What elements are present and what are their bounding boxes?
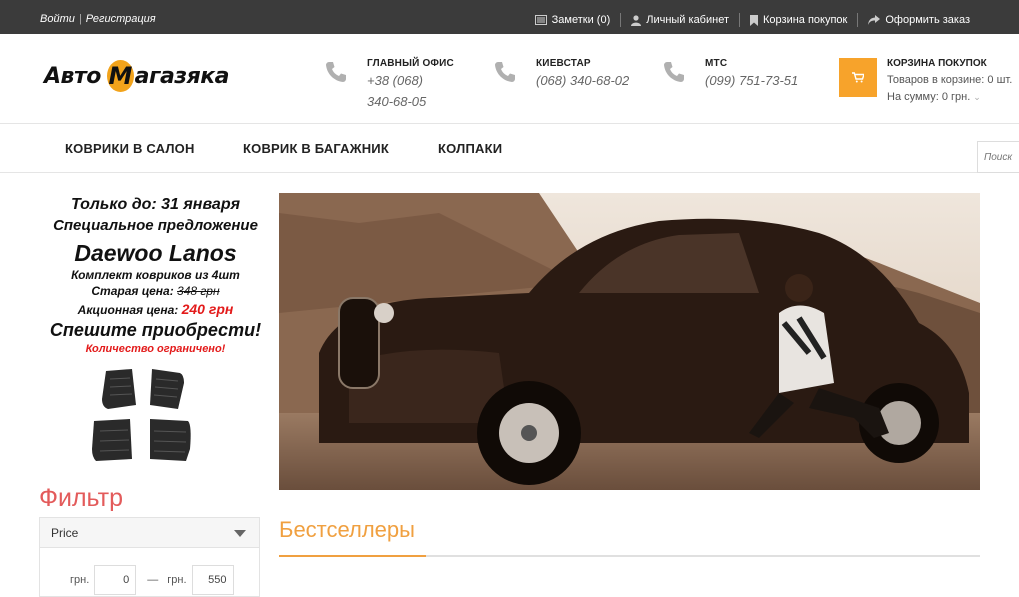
contact-mts: МТС (099) 751-73-51 (663, 58, 798, 90)
promo-old-price: Старая цена: 348 грн (38, 284, 273, 298)
cart-title: КОРЗИНА ПОКУПОК (887, 58, 987, 69)
cart-items-count: Товаров в корзине: 0 шт. (887, 74, 1013, 86)
price-from-currency: грн. (70, 574, 90, 586)
bestsellers-underline-active (279, 555, 426, 557)
user-icon (631, 14, 642, 26)
range-dash: — (147, 574, 159, 586)
contact-title: ГЛАВНЫЙ ОФИС (367, 58, 454, 69)
contact-number[interactable]: (068) 340-68-02 (536, 71, 629, 90)
auth-divider: | (78, 13, 82, 25)
notes-label: Заметки (0) (551, 14, 611, 26)
account-label: Личный кабинет (646, 14, 729, 26)
promo-special: Специальное предложение (53, 217, 258, 234)
auth-links: Войти | Регистрация (40, 13, 156, 25)
promo-deadline-date: 31 января (161, 196, 241, 213)
promo-deadline-prefix: Только до: (70, 196, 162, 213)
contact-number[interactable]: (099) 751-73-51 (705, 71, 798, 90)
caret-down-icon (234, 530, 246, 537)
cart-button[interactable] (839, 58, 877, 97)
top-divider (739, 13, 740, 27)
notes-icon (534, 15, 547, 25)
promo-new-label: Акционная цена: (77, 303, 182, 317)
cart-label: Корзина покупок (763, 14, 848, 26)
price-to-currency: грн. (167, 574, 187, 586)
cart-sum: На сумму: 0 грн. (887, 91, 971, 103)
promo-new-price: Акционная цена: 240 грн (38, 301, 273, 317)
contact-number[interactable]: 340-68-05 (367, 92, 454, 111)
promo-old-label: Старая цена: (91, 284, 178, 298)
notes-link[interactable]: Заметки (0) (534, 14, 611, 26)
contact-number[interactable]: +38 (068) (367, 71, 454, 90)
main-nav: КОВРИКИ В САЛОН КОВРИК В БАГАЖНИК КОЛПАК… (0, 124, 1019, 173)
logo-m-badge: М (106, 60, 134, 92)
checkout-label: Оформить заказ (885, 14, 970, 26)
logo-text-right: агазяка (134, 63, 230, 89)
price-filter-label: Price (51, 526, 79, 540)
price-filter: Price грн. — грн. (39, 517, 260, 597)
promo-new-value: 240 грн (181, 301, 234, 317)
bestsellers-underline (279, 555, 980, 557)
promo-hurry: Спешите приобрести! (49, 320, 262, 340)
phone-icon (325, 58, 347, 111)
contact-title: МТС (705, 58, 728, 69)
promo-model: Daewoo Lanos (74, 240, 237, 266)
header-cart: КОРЗИНА ПОКУПОК Товаров в корзине: 0 шт.… (839, 58, 1012, 103)
top-divider (857, 13, 859, 27)
header: Авто М агазяка ГЛАВНЫЙ ОФИС +38 (068) 34… (0, 34, 1019, 124)
promo-limited: Количество ограничено! (85, 343, 226, 355)
promo-banner[interactable]: Только до: 31 января Специальное предлож… (38, 196, 273, 355)
filter-title: Фильтр (39, 484, 123, 512)
cart-link[interactable]: Корзина покупок (750, 14, 847, 26)
bookmark-icon (750, 14, 758, 26)
price-filter-header[interactable]: Price (40, 518, 259, 548)
nav-item-trunk-mat[interactable]: КОВРИК В БАГАЖНИК (243, 141, 389, 156)
promo-old-value: 348 грн (177, 284, 220, 298)
register-link[interactable]: Регистрация (86, 13, 156, 25)
cart-icon (852, 72, 864, 83)
nav-item-hubcaps[interactable]: КОЛПАКИ (438, 141, 502, 156)
contact-title: КИЕВСТАР (536, 58, 591, 69)
site-logo[interactable]: Авто М агазяка (44, 59, 230, 93)
price-from-input[interactable] (94, 565, 137, 595)
nav-item-salon-mats[interactable]: КОВРИКИ В САЛОН (65, 141, 195, 156)
login-link[interactable]: Войти (40, 13, 75, 25)
contact-kyivstar: КИЕВСТАР (068) 340-68-02 (494, 58, 629, 90)
phone-icon (663, 58, 685, 90)
promo-set: Комплект ковриков из 4шт (71, 268, 240, 282)
top-divider (620, 13, 622, 27)
phone-icon (494, 58, 516, 90)
hero-banner-image[interactable] (279, 193, 980, 490)
price-to-input[interactable] (191, 565, 234, 595)
checkout-link[interactable]: Оформить заказ (868, 14, 970, 26)
bestsellers-heading: Бестселлеры (279, 517, 415, 542)
top-links: Заметки (0) Личный кабинет Корзина покуп… (534, 13, 970, 27)
chevron-down-icon: ⌄ (973, 92, 981, 102)
cart-sum-toggle[interactable]: На сумму: 0 грн. ⌄ (887, 91, 1012, 103)
account-link[interactable]: Личный кабинет (631, 14, 729, 26)
share-icon (868, 15, 881, 25)
search-input[interactable] (977, 141, 1019, 173)
logo-text-left: Авто (44, 63, 101, 89)
promo-deadline: Только до: 31 января (38, 196, 273, 214)
contact-main-office: ГЛАВНЫЙ ОФИС +38 (068) 340-68-05 (325, 58, 454, 111)
price-range: грн. — грн. (70, 565, 234, 595)
top-bar: Войти | Регистрация Заметки (0) Личный каб… (0, 0, 1019, 34)
car-mats-image (92, 369, 191, 461)
